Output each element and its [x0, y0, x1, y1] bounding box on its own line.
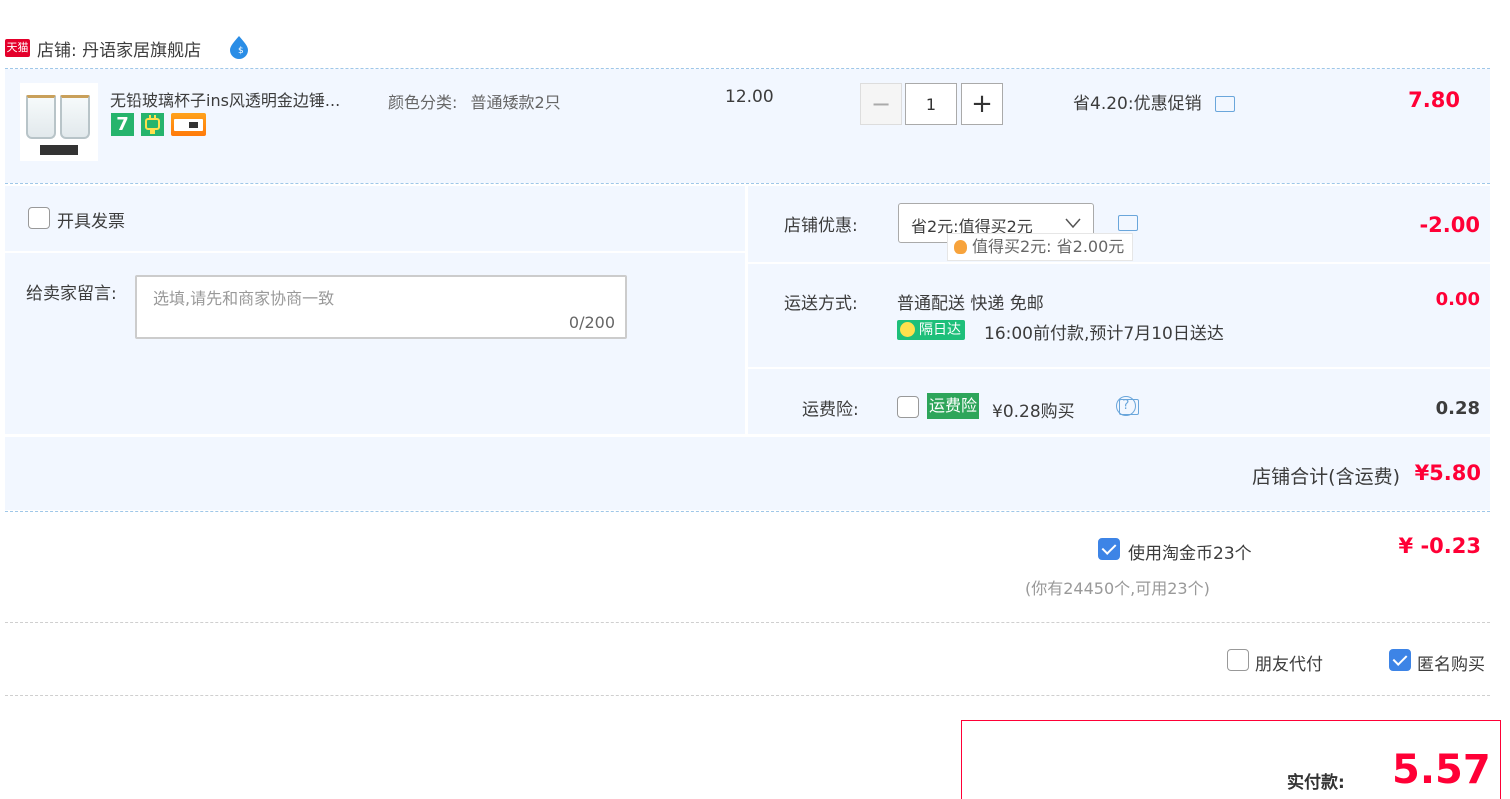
help-question-icon[interactable]: ? [1116, 396, 1136, 416]
shop-name[interactable]: 店铺: 丹语家居旗舰店 [37, 36, 201, 61]
chevron-down-icon [1065, 218, 1081, 229]
shop-label: 店铺: [37, 41, 77, 61]
order-options-left: 开具发票 给卖家留言: 选填,请先和商家协商一致 0/200 [5, 186, 745, 434]
tmall-badge: 天猫 [5, 39, 30, 57]
coupon-label: 店铺优惠: [784, 216, 858, 236]
shop-name-text[interactable]: 丹语家居旗舰店 [82, 41, 201, 61]
friend-pay-label: 朋友代付 [1255, 655, 1323, 675]
comment-icon[interactable] [1118, 215, 1138, 231]
coins-amount: ¥ -0.23 [1398, 534, 1481, 558]
quantity-decrease-button[interactable]: − [860, 83, 902, 125]
item-thumbnail[interactable] [20, 83, 98, 161]
lightbulb-icon [954, 240, 967, 254]
insurance-amount: 0.28 [1435, 398, 1480, 419]
divider [5, 251, 745, 253]
sku-value: 普通矮款2只 [470, 93, 561, 112]
divider [748, 367, 1490, 369]
insurance-price: ¥0.28购买 [992, 402, 1075, 422]
plug-service-icon[interactable] [141, 113, 164, 136]
invoice-checkbox[interactable] [28, 207, 50, 229]
message-label: 给卖家留言: [26, 284, 117, 304]
next-day-badge-text: 隔日达 [919, 322, 961, 338]
payment-amount: 5.57 [1392, 747, 1491, 793]
insurance-label: 运费险: [802, 400, 859, 420]
divider [748, 262, 1490, 264]
delivery-note: 16:00前付款,预计7月10日送达 [984, 324, 1224, 344]
next-day-badge: 隔日达 [897, 320, 965, 340]
insurance-checkbox[interactable] [897, 396, 919, 418]
coupon-amount: -2.00 [1419, 213, 1480, 237]
item-title[interactable]: 无铅玻璃杯子ins风透明金边锤... [110, 87, 340, 111]
shop-total-row: 店铺合计(含运费) ¥5.80 [5, 437, 1490, 510]
wangwang-chat-icon[interactable]: $ [226, 34, 252, 60]
friend-pay-checkbox[interactable] [1227, 649, 1249, 671]
credit-card-icon[interactable] [171, 113, 206, 136]
anonymous-label: 匿名购买 [1417, 655, 1485, 675]
seven-day-return-icon[interactable]: 7 [111, 113, 134, 136]
coins-note: (你有24450个,可用23个) [1025, 579, 1210, 598]
invoice-label: 开具发票 [57, 212, 125, 232]
unit-price: 12.00 [725, 87, 774, 107]
use-coins-label: 使用淘金币23个 [1128, 544, 1252, 564]
delivery-amount: 0.00 [1435, 289, 1480, 310]
order-options-right: 店铺优惠: 省2元:值得买2元 值得买2元: 省2.00元 -2.00 运送方式… [748, 186, 1490, 434]
message-placeholder: 选填,请先和商家协商一致 [153, 289, 335, 308]
lightning-icon [900, 322, 915, 337]
shop-header: 天猫 店铺: 丹语家居旗舰店 $ [0, 30, 1510, 66]
comment-icon[interactable] [1215, 96, 1235, 112]
order-item-row: 无铅玻璃杯子ins风透明金边锤... 7 颜色分类: 普通矮款2只 12.00 … [5, 69, 1490, 183]
promotion-text: 省4.20:优惠促销 [1073, 94, 1202, 114]
divider [5, 511, 1490, 512]
anonymous-checkbox[interactable] [1389, 649, 1411, 671]
item-sku: 颜色分类: 普通矮款2只 [388, 89, 561, 113]
cup-image [26, 95, 56, 139]
quantity-input[interactable]: 1 [905, 83, 957, 125]
shop-total-label: 店铺合计(含运费) [1252, 466, 1400, 488]
seller-message-textarea[interactable]: 选填,请先和商家协商一致 0/200 [135, 275, 627, 339]
item-subtotal: 7.80 [1408, 88, 1460, 112]
sku-label: 颜色分类: [388, 93, 458, 112]
coupon-tooltip-text: 值得买2元: 省2.00元 [972, 237, 1125, 256]
shop-total-amount: ¥5.80 [1414, 461, 1481, 485]
message-counter: 0/200 [568, 313, 615, 332]
quantity-increase-button[interactable]: + [961, 83, 1003, 125]
delivery-label: 运送方式: [784, 294, 858, 314]
insurance-badge: 运费险 [927, 393, 980, 419]
product-label-image [40, 145, 78, 155]
divider [5, 622, 1490, 623]
divider [5, 695, 1490, 696]
promotion-info: 省4.20:优惠促销 [1073, 89, 1235, 114]
payment-label: 实付款: [1287, 773, 1345, 793]
svg-text:$: $ [238, 46, 244, 56]
cup-image [60, 95, 90, 139]
use-coins-checkbox[interactable] [1098, 538, 1120, 560]
coupon-tooltip: 值得买2元: 省2.00元 [947, 233, 1134, 261]
divider [5, 183, 1490, 184]
delivery-method: 普通配送 快递 免邮 [897, 294, 1044, 314]
payment-summary: 实付款: 5.57 [961, 720, 1501, 799]
